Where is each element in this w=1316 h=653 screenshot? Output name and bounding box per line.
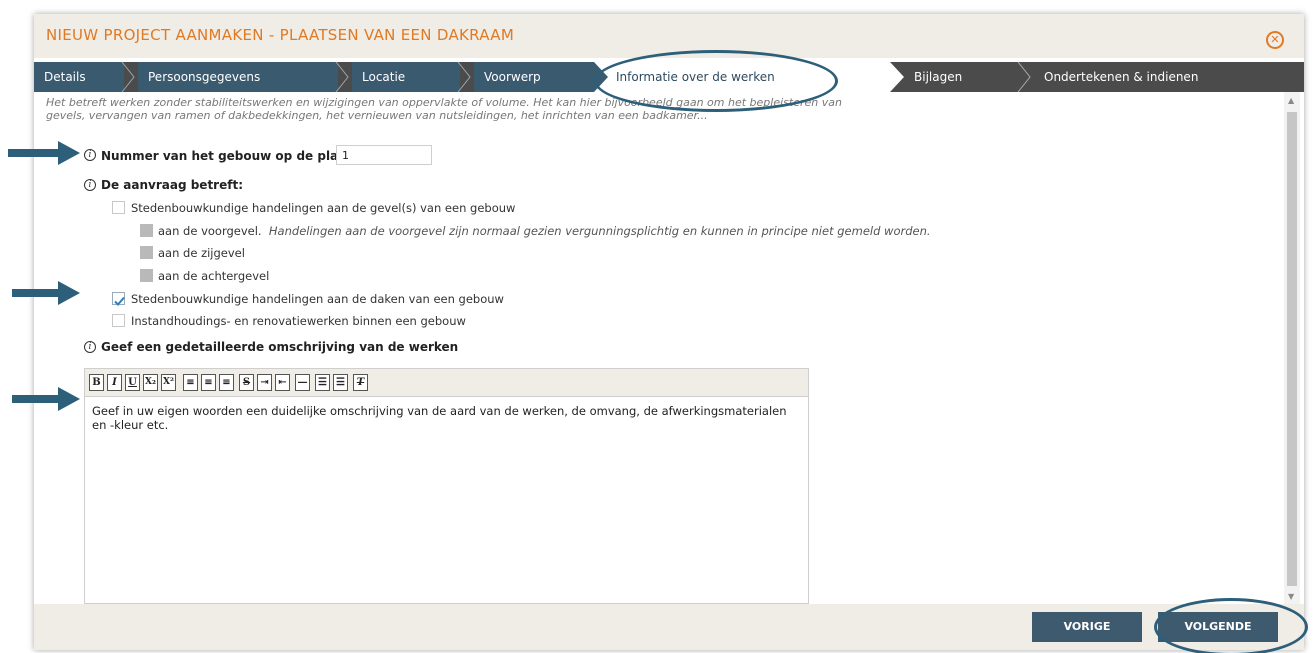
superscript-icon[interactable]: X²	[161, 374, 176, 391]
info-icon[interactable]: i	[84, 149, 96, 161]
underline-icon[interactable]: U	[125, 374, 140, 391]
pointer-arrow-icon	[12, 387, 80, 411]
rich-text-editor: B I U X₂ X² ≡ ≡ ≡ S ⇥ ⇤ — ☰ ☰ T Geef in …	[84, 368, 809, 604]
front-facade-note: Handelingen aan de voorgevel zijn normaa…	[268, 224, 931, 238]
roofs-option-label: Stedenbouwkundige handelingen aan de dak…	[131, 292, 504, 306]
info-icon[interactable]: i	[84, 341, 96, 353]
outdent-icon[interactable]: ⇤	[275, 374, 290, 391]
front-facade-label: aan de voorgevel.	[158, 224, 262, 238]
step-ondertekenen-indienen[interactable]: Ondertekenen & indienen	[1034, 62, 1234, 92]
front-facade-checkbox	[140, 224, 153, 237]
scroll-up-icon[interactable]: ▲	[1288, 96, 1294, 105]
step-locatie[interactable]: Locatie	[352, 62, 460, 92]
step-separator	[1017, 62, 1031, 92]
step-arrow	[890, 62, 904, 92]
scroll-down-icon[interactable]: ▼	[1288, 592, 1294, 601]
step-separator	[335, 62, 349, 92]
building-number-label: Nummer van het gebouw op de plannen	[101, 149, 372, 163]
close-icon[interactable]: ✕	[1266, 31, 1284, 49]
wizard-steps: Details Persoonsgegevens Locatie Voorwer…	[34, 62, 1304, 92]
facade-option-label: Stedenbouwkundige handelingen aan de gev…	[131, 201, 516, 215]
next-button[interactable]: VOLGENDE	[1158, 612, 1278, 642]
remove-format-icon[interactable]: T	[353, 374, 368, 391]
step-separator	[121, 62, 135, 92]
bold-icon[interactable]: B	[89, 374, 104, 391]
dialog-titlebar: NIEUW PROJECT AANMAKEN - PLAATSEN VAN EE…	[34, 14, 1304, 58]
italic-icon[interactable]: I	[107, 374, 122, 391]
step-details[interactable]: Details	[34, 62, 124, 92]
pointer-arrow-icon	[12, 281, 80, 305]
description-label: Geef een gedetailleerde omschrijving van…	[101, 340, 459, 354]
scrollbar[interactable]: ▲ ▼	[1284, 92, 1300, 604]
horizontal-rule-icon[interactable]: —	[295, 374, 310, 391]
rear-facade-label: aan de achtergevel	[158, 269, 270, 283]
renovation-option-label: Instandhoudings- en renovatiewerken binn…	[131, 314, 466, 328]
subscript-icon[interactable]: X₂	[143, 374, 158, 391]
front-facade-option: aan de voorgevel. Handelingen aan de voo…	[158, 224, 931, 238]
numbered-list-icon[interactable]: ☰	[315, 374, 330, 391]
building-number-input[interactable]	[336, 145, 432, 165]
checkmark-icon	[114, 296, 125, 306]
step-bijlagen[interactable]: Bijlagen	[908, 62, 1018, 92]
strikethrough-icon[interactable]: S	[239, 374, 254, 391]
step-arrow	[594, 62, 608, 92]
indent-icon[interactable]: ⇥	[257, 374, 272, 391]
bulleted-list-icon[interactable]: ☰	[333, 374, 348, 391]
step-persoonsgegevens[interactable]: Persoonsgegevens	[138, 62, 338, 92]
roofs-checkbox[interactable]	[112, 292, 125, 306]
rear-facade-checkbox	[140, 269, 153, 282]
step-informatie-over-de-werken[interactable]: Informatie over de werken	[594, 62, 890, 92]
form-content: Het betreft werken zonder stabiliteitswe…	[34, 92, 1284, 604]
dialog-title: NIEUW PROJECT AANMAKEN - PLAATSEN VAN EE…	[46, 26, 515, 44]
step-voorwerp[interactable]: Voorwerp	[474, 62, 594, 92]
editor-toolbar: B I U X₂ X² ≡ ≡ ≡ S ⇥ ⇤ — ☰ ☰ T	[85, 369, 808, 397]
pointer-arrow-icon	[8, 141, 80, 165]
align-left-icon[interactable]: ≡	[183, 374, 198, 391]
request-label: De aanvraag betreft:	[101, 178, 243, 192]
previous-button[interactable]: VORIGE	[1032, 612, 1142, 642]
description-textarea[interactable]: Geef in uw eigen woorden een duidelijke …	[85, 398, 808, 603]
intro-text: Het betreft werken zonder stabiliteitswe…	[46, 96, 842, 122]
side-facade-checkbox	[140, 246, 153, 259]
align-center-icon[interactable]: ≡	[201, 374, 216, 391]
screenshot-stage: NIEUW PROJECT AANMAKEN - PLAATSEN VAN EE…	[0, 0, 1316, 653]
side-facade-label: aan de zijgevel	[158, 246, 245, 260]
scroll-thumb[interactable]	[1287, 112, 1297, 586]
align-right-icon[interactable]: ≡	[219, 374, 234, 391]
renovation-checkbox[interactable]	[112, 314, 125, 327]
step-separator	[457, 62, 471, 92]
new-project-dialog: NIEUW PROJECT AANMAKEN - PLAATSEN VAN EE…	[34, 14, 1304, 650]
dialog-footer: VORIGE VOLGENDE	[34, 604, 1304, 650]
info-icon[interactable]: i	[84, 179, 96, 191]
facade-checkbox[interactable]	[112, 201, 125, 214]
